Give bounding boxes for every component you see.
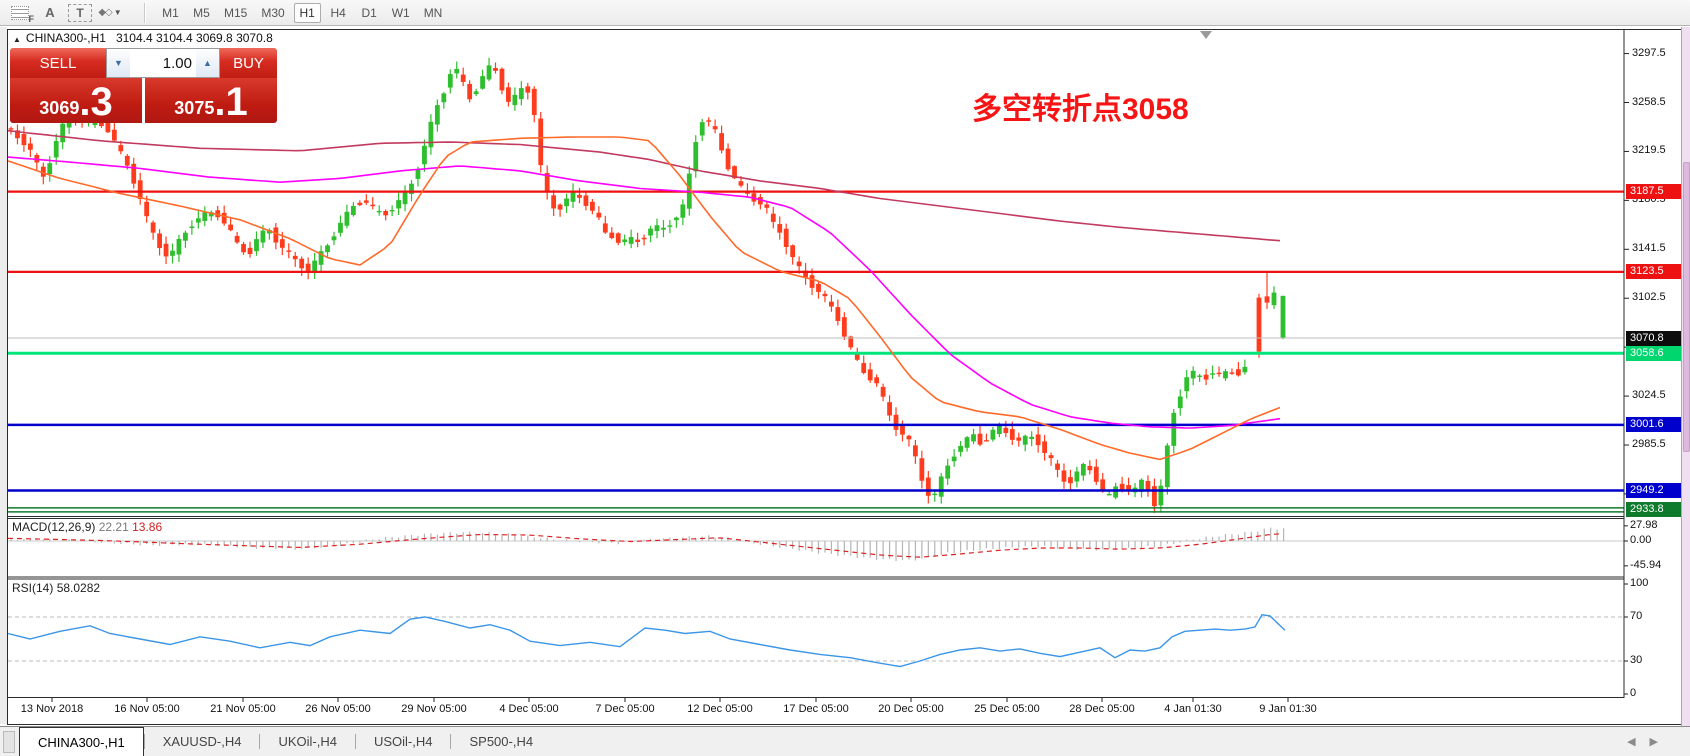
symbol-name: CHINA300-,H1 [26,31,106,45]
rsi-scale-label: 0 [1630,687,1636,699]
grid-icon-letter: F [29,14,35,24]
rsi-scale-label: 70 [1630,610,1642,622]
price-line-tool-icon[interactable]: F [8,3,32,23]
time-axis-label: 28 Dec 05:00 [1069,703,1134,715]
sell-button[interactable]: SELL [10,48,106,78]
chart-ohlc-header: ▲ CHINA300-,H1 3104.4 3104.4 3069.8 3070.8 [13,31,273,45]
price-tick-label: 3297.5 [1632,47,1666,59]
price-level-badge: 3070.8 [1626,331,1681,346]
grid-icon: F [11,6,29,20]
timeframe-button-mn[interactable]: MN [419,3,448,23]
chart-tabs-bar: CHINA300-,H1XAUUSD-,H4UKOil-,H4USOil-,H4… [0,726,1690,756]
buy-price-button[interactable]: 3075.1 [145,78,277,123]
time-axis-label: 25 Dec 05:00 [974,703,1039,715]
diamonds-icon: ◆◇ [98,7,111,18]
volume-increase-button[interactable]: ▲ [196,49,219,77]
chart-tab-5[interactable]: SP500-,H4 [451,727,551,756]
price-level-badge: 3001.6 [1626,417,1681,432]
sell-price-pips: .3 [79,82,112,122]
time-axis-label: 26 Nov 05:00 [305,703,370,715]
timeframe-button-d1[interactable]: D1 [356,3,383,23]
time-axis-label: 29 Nov 05:00 [401,703,466,715]
macd-signal-value: 13.86 [132,520,162,534]
buy-button[interactable]: BUY [220,48,277,78]
buy-price-main: 3075 [174,98,214,119]
sell-price-button[interactable]: 3069.3 [10,78,142,123]
timeframe-button-w1[interactable]: W1 [387,3,415,23]
rsi-name: RSI(14) [12,581,53,595]
toolbar: F A T ◆◇ ▼ M1M5M15M30H1H4D1W1MN [0,0,1690,26]
price-level-badge: 3123.5 [1626,264,1681,279]
time-axis-label: 21 Nov 05:00 [210,703,275,715]
chart-window: ▲ CHINA300-,H1 3104.4 3104.4 3069.8 3070.8… [0,0,1690,756]
price-tick-label: 3102.5 [1632,291,1666,303]
tabbar-grip[interactable] [3,731,15,753]
time-axis-label: 12 Dec 05:00 [687,703,752,715]
macd-scale-label: 0.00 [1630,534,1651,546]
time-axis-label: 7 Dec 05:00 [595,703,654,715]
volume-input[interactable] [130,49,196,77]
macd-scale-label: 27.98 [1630,519,1658,531]
toolbar-separator [144,3,145,23]
price-level-badge: 3187.5 [1626,184,1681,199]
time-axis-label: 13 Nov 2018 [21,703,83,715]
macd-value: 22.21 [99,520,129,534]
chart-tab-1[interactable]: CHINA300-,H1 [19,727,144,756]
mt4-window: F A T ◆◇ ▼ M1M5M15M30H1H4D1W1MN ▲ CHINA30… [0,0,1690,756]
macd-scale-label: -45.94 [1630,559,1661,571]
macd-name: MACD(12,26,9) [12,520,95,534]
timeframe-button-m5[interactable]: M5 [188,3,215,23]
timeframe-button-m15[interactable]: M15 [219,3,252,23]
collapse-triangle-icon: ▲ [13,35,21,44]
one-click-trade-panel: SELL ▼ ▲ BUY 3069.3 3075.1 [10,48,277,123]
text-label-tool-icon[interactable]: T [68,4,92,22]
chart-tab-2[interactable]: XAUUSD-,H4 [145,727,260,756]
font-tool-icon[interactable]: A [38,3,62,23]
price-level-badge: 2933.8 [1626,502,1681,517]
chart-tab-3[interactable]: UKOil-,H4 [260,727,355,756]
time-axis-label: 17 Dec 05:00 [783,703,848,715]
price-tick-label: 3258.5 [1632,96,1666,108]
time-axis-label: 4 Jan 01:30 [1164,703,1222,715]
sell-price-main: 3069 [39,98,79,119]
price-tick-label: 3219.5 [1632,144,1666,156]
chart-tab-4[interactable]: USOil-,H4 [356,727,451,756]
chart-text-annotation: 多空转折点3058 [972,84,1189,128]
macd-indicator-label: MACD(12,26,9) 22.21 13.86 [12,520,162,534]
rsi-value: 58.0282 [57,581,100,595]
scrollbar-thumb[interactable] [1683,162,1690,452]
vertical-scrollbar[interactable] [1681,27,1690,756]
time-axis-label: 16 Nov 05:00 [114,703,179,715]
buy-price-pips: .1 [214,82,247,122]
price-tick-label: 2985.5 [1632,438,1666,450]
timeframe-buttons: M1M5M15M30H1H4D1W1MN [155,3,449,23]
timeframe-button-h4[interactable]: H4 [325,3,352,23]
price-level-badge: 3058.6 [1626,346,1681,361]
price-tick-label: 3141.5 [1632,242,1666,254]
price-level-badge: 2949.2 [1626,483,1681,498]
timeframe-button-m30[interactable]: M30 [256,3,289,23]
rsi-scale-label: 30 [1630,654,1642,666]
price-tick-label: 3024.5 [1632,389,1666,401]
volume-stepper: ▼ ▲ [106,48,220,78]
time-axis-label: 4 Dec 05:00 [499,703,558,715]
timeframe-button-h1[interactable]: H1 [294,3,321,23]
tab-scroll-arrows[interactable]: ◀▶ [1627,735,1672,748]
time-axis-label: 9 Jan 01:30 [1259,703,1317,715]
rsi-indicator-label: RSI(14) 58.0282 [12,581,100,595]
ohlc-values: 3104.4 3104.4 3069.8 3070.8 [116,31,273,45]
time-axis-label: 20 Dec 05:00 [878,703,943,715]
timeframe-button-m1[interactable]: M1 [157,3,184,23]
chevron-down-icon: ▼ [114,8,122,17]
arrange-objects-icon[interactable]: ◆◇ ▼ [98,3,122,23]
rsi-scale-label: 100 [1630,577,1648,589]
volume-decrease-button[interactable]: ▼ [107,49,130,77]
